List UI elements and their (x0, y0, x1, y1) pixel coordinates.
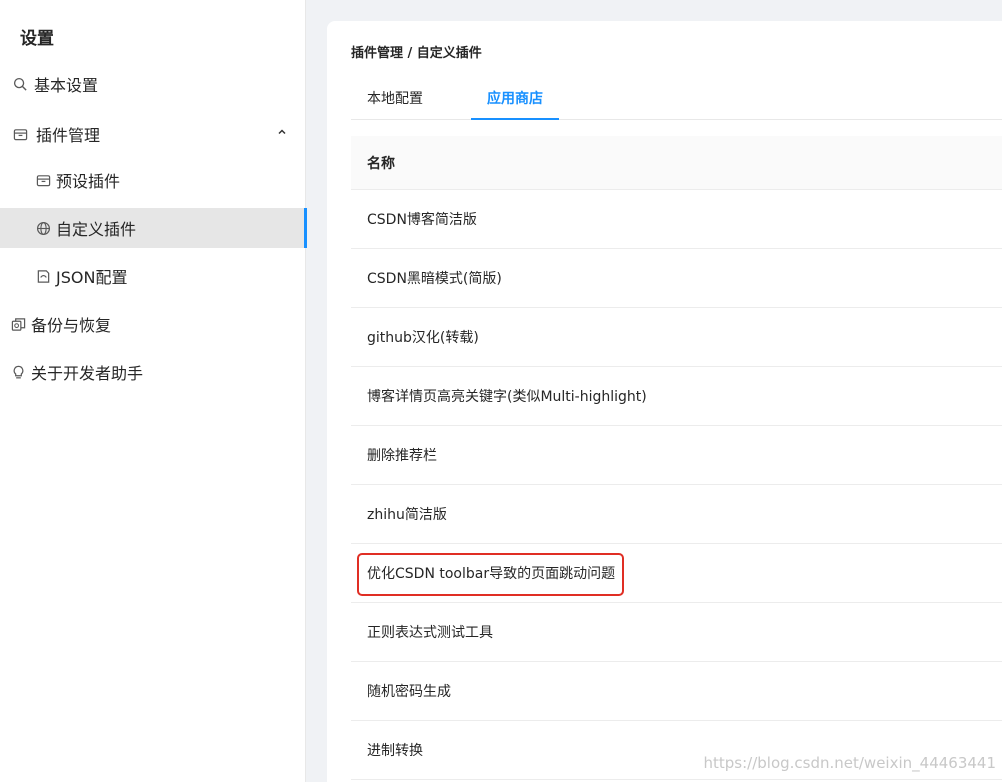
table-row[interactable]: CSDN博客简洁版 (351, 190, 1002, 249)
row-name: 进制转换 (367, 743, 423, 759)
sidebar-title: 设置 (20, 29, 54, 49)
row-name: 博客详情页高亮关键字(类似Multi-highlight) (367, 389, 647, 405)
sidebar-item-about-developer[interactable]: 关于开发者助手 (0, 352, 306, 392)
sidebar-item-label: 预设插件 (56, 172, 121, 191)
sidebar-item-json-config[interactable]: JSON配置 (0, 256, 306, 296)
table-row[interactable]: github汉化(转载) (351, 308, 1002, 367)
sidebar-item-label: 备份与恢复 (31, 316, 112, 335)
sidebar: 设置 基本设置 插件管理 预设插件 自定义插件 JSON配置 备份与恢复 关于开… (0, 0, 307, 782)
row-name: CSDN黑暗模式(简版) (367, 271, 502, 287)
box-icon (12, 126, 28, 142)
sidebar-item-label: JSON配置 (56, 268, 128, 287)
watermark-url: https://blog.csdn.net/weixin_44463441 (703, 754, 996, 772)
bulb-icon (10, 364, 26, 380)
chevron-up-icon[interactable] (276, 126, 288, 138)
tab-local-config[interactable]: 本地配置 (367, 81, 423, 120)
column-header-name: 名称 (367, 155, 395, 172)
table-row[interactable]: zhihu简洁版 (351, 485, 1002, 544)
tab-bar: 本地配置 应用商店 (351, 81, 1002, 120)
plugin-table: 名称 CSDN博客简洁版 CSDN黑暗模式(简版) github汉化(转载) 博… (351, 136, 1002, 780)
sidebar-item-custom-plugins[interactable]: 自定义插件 (0, 208, 307, 248)
globe-icon (35, 220, 51, 236)
row-name: CSDN博客简洁版 (367, 212, 477, 228)
red-highlight-box (357, 553, 624, 596)
row-name: 删除推荐栏 (367, 448, 437, 464)
sidebar-item-backup-restore[interactable]: 备份与恢复 (0, 304, 306, 344)
table-row[interactable]: CSDN黑暗模式(简版) (351, 249, 1002, 308)
copy-icon (10, 316, 26, 332)
table-row[interactable]: 删除推荐栏 (351, 426, 1002, 485)
row-name: 正则表达式测试工具 (367, 625, 493, 641)
breadcrumb: 插件管理 / 自定义插件 (351, 46, 482, 61)
table-header: 名称 (351, 136, 1002, 190)
sidebar-item-label: 插件管理 (36, 126, 101, 145)
app-root: 设置 基本设置 插件管理 预设插件 自定义插件 JSON配置 备份与恢复 关于开… (0, 0, 1002, 782)
sidebar-item-plugin-manage[interactable]: 插件管理 (0, 114, 306, 154)
tab-app-store[interactable]: 应用商店 (471, 81, 559, 120)
search-icon (12, 76, 28, 92)
sidebar-item-preset-plugins[interactable]: 预设插件 (0, 160, 306, 200)
row-name: zhihu简洁版 (367, 507, 447, 523)
table-row-highlighted[interactable]: 优化CSDN toolbar导致的页面跳动问题 (351, 544, 1002, 603)
row-name: 随机密码生成 (367, 684, 451, 700)
row-name: github汉化(转载) (367, 330, 479, 346)
table-row[interactable]: 正则表达式测试工具 (351, 603, 1002, 662)
sidebar-item-label: 自定义插件 (56, 220, 137, 239)
table-row[interactable]: 随机密码生成 (351, 662, 1002, 721)
sidebar-item-label: 基本设置 (34, 76, 99, 95)
file-icon (35, 268, 51, 284)
content-panel: 插件管理 / 自定义插件 本地配置 应用商店 名称 CSDN博客简洁版 CSDN… (327, 21, 1002, 782)
sidebar-item-basic-settings[interactable]: 基本设置 (0, 64, 306, 104)
table-row[interactable]: 博客详情页高亮关键字(类似Multi-highlight) (351, 367, 1002, 426)
box-icon (35, 172, 51, 188)
sidebar-item-label: 关于开发者助手 (31, 364, 144, 383)
